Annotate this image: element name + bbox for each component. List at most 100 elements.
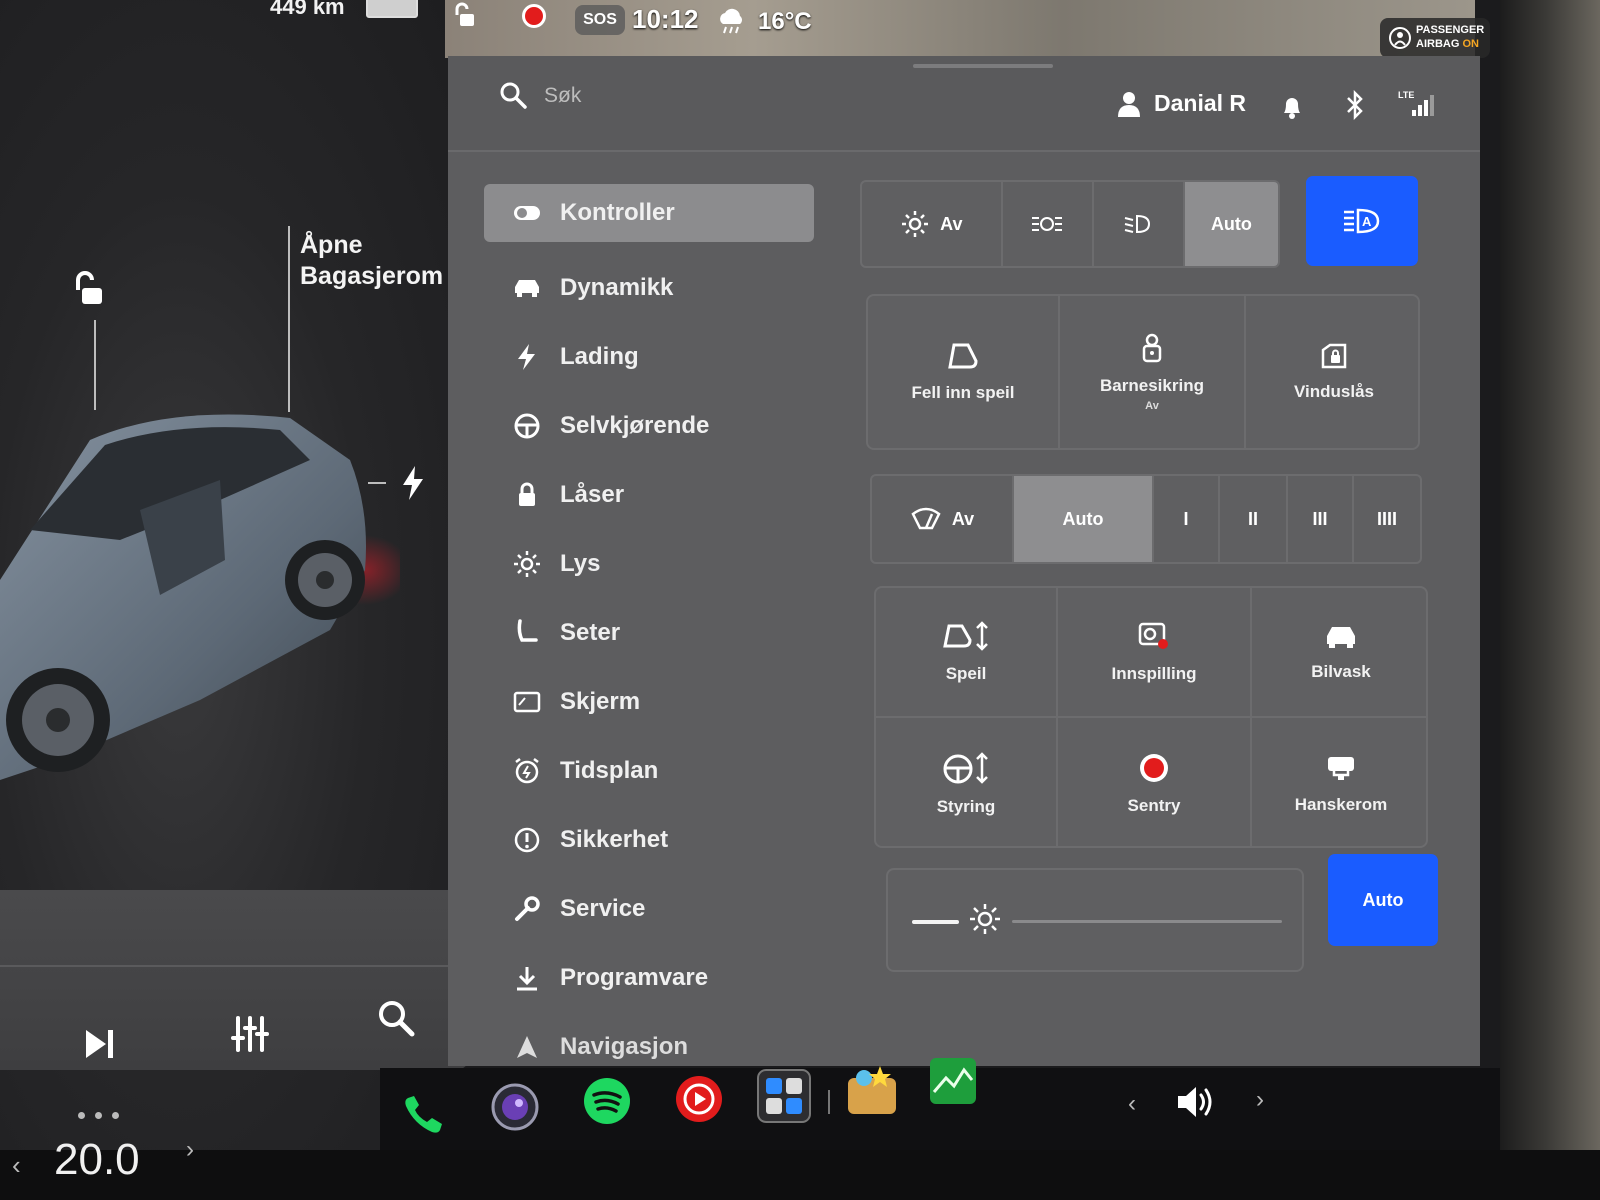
steering-adjust-button[interactable]: Styring: [876, 718, 1058, 846]
display-brightness-slider[interactable]: [886, 868, 1304, 972]
tile-label: Innspilling: [1111, 664, 1197, 683]
volume-icon[interactable]: [1174, 1082, 1218, 1122]
sidebar-item-lading[interactable]: Lading: [484, 322, 814, 391]
sidebar-item-laser[interactable]: Låser: [484, 460, 814, 529]
wiper-speed-1-button[interactable]: I: [1154, 476, 1220, 562]
child-lock-button[interactable]: Barnesikring Av: [1060, 296, 1246, 448]
sidebar-item-label: Lading: [560, 342, 639, 370]
car-icon: [515, 279, 539, 297]
lights-auto-button[interactable]: Auto: [1184, 182, 1278, 266]
glovebox-icon: [1328, 757, 1354, 780]
dashcam-button[interactable]: Innspilling: [1058, 588, 1252, 718]
alert-circle-icon: [514, 827, 540, 852]
wiper-speed-label: II: [1247, 508, 1258, 529]
bluetooth-icon[interactable]: [1344, 90, 1366, 120]
brightness-auto-button[interactable]: Auto: [1328, 854, 1438, 946]
settings-sidebar: Kontroller Dynamikk Lading Selvkjørende …: [484, 184, 814, 1081]
temperature-up-arrow[interactable]: ›: [186, 1136, 194, 1164]
wiper-speed-2-button[interactable]: II: [1220, 476, 1288, 562]
lights-off-button[interactable]: Av: [862, 182, 1003, 266]
sidebar-item-skjerm[interactable]: Skjerm: [484, 667, 814, 736]
display-icon: [513, 691, 541, 712]
auto-high-beam-button[interactable]: A: [1306, 176, 1418, 266]
car-wash-button[interactable]: Bilvask: [1252, 588, 1426, 718]
volume-up-arrow[interactable]: ›: [1256, 1086, 1264, 1114]
panel-grab-handle[interactable]: [913, 64, 1053, 68]
sidebar-item-sikkerhet[interactable]: Sikkerhet: [484, 805, 814, 874]
airbag-state: ON: [1462, 38, 1479, 50]
window-lock-button[interactable]: Vinduslås: [1246, 296, 1418, 448]
wipers-off-button[interactable]: Av: [872, 476, 1014, 562]
sidebar-item-label: Navigasjon: [560, 1032, 689, 1060]
wipers-off-label: Av: [951, 508, 975, 529]
auto-high-beam-icon: A: [1344, 208, 1380, 234]
media-player-icon[interactable]: [674, 1074, 724, 1124]
temperature-down-arrow[interactable]: ‹: [12, 1150, 21, 1181]
sidebar-item-selvkjorende[interactable]: Selvkjørende: [484, 391, 814, 460]
search-icon[interactable]: [374, 996, 418, 1040]
wiper-speed-3-button[interactable]: III: [1288, 476, 1354, 562]
parking-lights-button[interactable]: [1003, 182, 1094, 266]
trunk-label-line1: Åpne: [300, 231, 363, 259]
lightning-icon[interactable]: [400, 466, 426, 500]
airbag-label-line2: AIRBAG: [1416, 38, 1460, 50]
mirror-adjust-icon: [943, 621, 988, 651]
fold-mirrors-button[interactable]: Fell inn speil: [868, 296, 1060, 448]
phone-icon[interactable]: [398, 1090, 448, 1140]
brightness-track: [1012, 920, 1282, 923]
sidebar-item-label: Sikkerhet: [560, 825, 669, 853]
mirrors-adjust-button[interactable]: Speil: [876, 588, 1058, 718]
equalizer-icon[interactable]: [228, 1012, 272, 1056]
tile-sublabel: Av: [1145, 400, 1159, 412]
lights-off-label: Av: [940, 213, 963, 234]
quick-tiles-row: Fell inn speil Barnesikring Av Vinduslås: [866, 294, 1420, 450]
tile-label: Speil: [945, 664, 987, 683]
next-track-icon[interactable]: [78, 1022, 122, 1066]
dashcam-icon: [1138, 622, 1168, 649]
media-player-bar[interactable]: [0, 890, 470, 1070]
range-readout: 449 km: [270, 0, 345, 19]
volume-down-arrow[interactable]: ‹: [1128, 1090, 1136, 1118]
open-trunk-button[interactable]: Åpne Bagasjerom: [300, 230, 443, 292]
controls-app-icon[interactable]: [756, 1068, 812, 1124]
brightness-sun-icon[interactable]: [968, 902, 1002, 936]
sos-badge[interactable]: SOS: [575, 5, 625, 35]
bell-icon[interactable]: [1280, 94, 1304, 120]
profile-name[interactable]: Danial R: [1154, 90, 1246, 117]
headlights-selector: Av Auto: [860, 180, 1280, 268]
sidebar-item-kontroller[interactable]: Kontroller: [484, 184, 814, 242]
spotify-icon[interactable]: [582, 1076, 632, 1126]
brightness-auto-label: Auto: [1362, 889, 1404, 910]
sentry-mode-button[interactable]: Sentry: [1058, 718, 1252, 846]
sidebar-item-programvare[interactable]: Programvare: [484, 943, 814, 1012]
climate-temperature[interactable]: 20.0: [54, 1135, 140, 1185]
toybox-icon[interactable]: [844, 1062, 900, 1118]
screen-bezel-right: [1500, 0, 1600, 1200]
steering-adjust-icon: [943, 752, 988, 784]
wiper-speed-4-button[interactable]: IIII: [1354, 476, 1420, 562]
airbag-icon: [1389, 27, 1411, 49]
camera-app-icon[interactable]: [490, 1082, 540, 1132]
svg-text:A: A: [1362, 214, 1372, 229]
download-icon: [517, 966, 537, 990]
sidebar-item-dynamikk[interactable]: Dynamikk: [484, 253, 814, 322]
lock-leader-line: [94, 320, 96, 410]
lights-auto-label: Auto: [1210, 213, 1252, 234]
sidebar-item-seter[interactable]: Seter: [484, 598, 814, 667]
glovebox-button[interactable]: Hanskerom: [1252, 718, 1426, 846]
feature-tiles-grid: Speil Innspilling Bilvask Styring Sentry…: [874, 586, 1428, 848]
sidebar-item-lys[interactable]: Lys: [484, 529, 814, 598]
tile-label: Vinduslås: [1294, 382, 1374, 401]
tile-label: Barnesikring: [1100, 376, 1204, 395]
steering-wheel-icon: [514, 413, 540, 438]
stocks-app-icon[interactable]: [928, 1056, 978, 1106]
search-input[interactable]: [544, 78, 944, 114]
search-icon[interactable]: [498, 80, 528, 110]
wipers-auto-button[interactable]: Auto: [1014, 476, 1154, 562]
unlock-icon[interactable]: [68, 270, 108, 310]
sidebar-item-service[interactable]: Service: [484, 874, 814, 943]
low-beam-button[interactable]: [1094, 182, 1185, 266]
wrench-icon: [515, 895, 540, 921]
profile-icon[interactable]: [1118, 90, 1144, 118]
sidebar-item-tidsplan[interactable]: Tidsplan: [484, 736, 814, 805]
